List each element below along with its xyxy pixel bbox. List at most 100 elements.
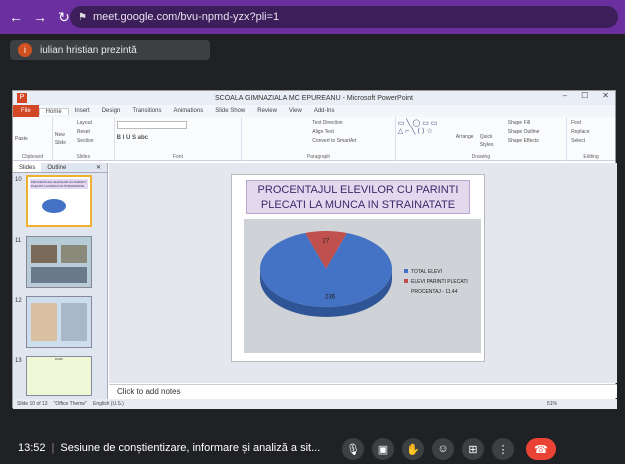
slide-thumbnail-11[interactable] <box>26 236 92 288</box>
address-bar[interactable]: ⚑ meet.google.com/bvu-npmd-yzx?pli=1 <box>70 6 618 28</box>
text-direction-button[interactable]: Text Direction <box>312 119 342 127</box>
tab-file[interactable]: File <box>13 105 39 117</box>
raise-hand-icon[interactable]: ✋ <box>402 438 424 460</box>
emoji-icon[interactable]: ☺ <box>432 438 454 460</box>
shape-outline-button[interactable]: Shape Outline <box>508 128 540 136</box>
shapes-gallery[interactable]: ▭ ╲ ◯ ▭ ▭ △ ⌐ ╲ ⟨ ⟩ ☆ <box>398 119 438 135</box>
convert-smartart-button[interactable]: Convert to SmartArt <box>312 137 356 145</box>
meet-separator: | <box>51 442 55 454</box>
shape-fill-button[interactable]: Shape Fill <box>508 119 530 127</box>
window-title: SCOALA GIMNAZIALA MC EPUREANU - Microsof… <box>215 94 413 102</box>
tab-transitions[interactable]: Transitions <box>126 108 167 114</box>
arrange-button[interactable]: Arrange <box>456 133 474 141</box>
thumbnail-photo <box>61 303 87 341</box>
tab-animations[interactable]: Animations <box>168 108 210 114</box>
slide-counter: Slide 10 of 13 <box>17 401 48 407</box>
microphone-icon[interactable]: 🎙 <box>342 438 364 460</box>
section-button[interactable]: Section <box>77 137 94 145</box>
editing-group: Find Replace Select Editing <box>567 117 615 161</box>
status-bar: Slide 10 of 13 "Office Theme" English (U… <box>13 399 617 409</box>
thumbnail-photo <box>31 267 87 283</box>
pie-chart: 27 236 TOTAL ELEVI ELEVI PARINTI PLECATI PRO… <box>260 231 468 317</box>
tab-home[interactable]: Home <box>38 107 69 115</box>
shape-effects-button[interactable]: Shape Effects <box>508 137 539 145</box>
paste-button[interactable]: Paste <box>15 135 50 143</box>
notes-pane[interactable]: Click to add notes <box>109 384 617 398</box>
thumbnail-number: 11 <box>15 238 22 244</box>
slide-thumbnail-13[interactable]: PARK <box>26 356 92 396</box>
presenter-banner: i iulian hristian prezintă <box>10 40 210 60</box>
find-button[interactable]: Find <box>571 119 581 127</box>
close-icon[interactable]: ✕ <box>602 91 609 100</box>
site-info-icon[interactable]: ⚑ <box>78 12 87 23</box>
tab-design[interactable]: Design <box>96 108 127 114</box>
tab-view[interactable]: View <box>283 108 308 114</box>
meet-time: 13:52 <box>18 442 46 454</box>
slide-thumbnail-10[interactable]: PROCENTAJUL ELEVILOR CU PARINTI PLECATI … <box>26 175 92 227</box>
thumbnail-number: 13 <box>15 358 22 364</box>
ribbon: Paste Clipboard New Slide Layout Reset S… <box>13 117 615 161</box>
chart-area[interactable]: 27 236 TOTAL ELEVI ELEVI PARINTI PLECATI PRO… <box>244 219 481 353</box>
ribbon-tabs: File Home Insert Design Transitions Anim… <box>13 105 615 117</box>
slides-pane: Slides Outline ✕ 10 PROCENTAJUL ELEVILOR… <box>13 163 108 399</box>
zoom-level[interactable]: 51% <box>547 401 557 407</box>
font-group: B I U S abc Font <box>115 117 243 161</box>
tab-insert[interactable]: Insert <box>69 108 96 114</box>
tab-slide-show[interactable]: Slide Show <box>209 108 251 114</box>
drawing-group: ▭ ╲ ◯ ▭ ▭ △ ⌐ ╲ ⟨ ⟩ ☆ Arrange Quick Style… <box>396 117 568 161</box>
replace-button[interactable]: Replace <box>571 128 589 136</box>
present-screen-icon[interactable]: ⊞ <box>462 438 484 460</box>
tab-review[interactable]: Review <box>251 108 283 114</box>
paragraph-label: Paragraph <box>306 154 331 160</box>
presenter-text: iulian hristian prezintă <box>40 44 137 56</box>
reset-button[interactable]: Reset <box>77 128 90 136</box>
editing-label: Editing <box>583 154 599 160</box>
thumbnail-photo <box>31 303 57 341</box>
camera-icon[interactable]: ▣ <box>372 438 394 460</box>
maximize-icon[interactable]: ☐ <box>581 91 588 100</box>
tab-outline[interactable]: Outline <box>41 163 72 172</box>
slide-thumbnail-12[interactable] <box>26 296 92 348</box>
slide-title[interactable]: PROCENTAJUL ELEVILOR CU PARINTI PLECATI … <box>246 180 470 214</box>
data-label: 236 <box>325 295 336 301</box>
slides-label: Slides <box>76 154 91 160</box>
close-pane-icon[interactable]: ✕ <box>90 163 107 172</box>
layout-button[interactable]: Layout <box>77 119 92 127</box>
url-text: meet.google.com/bvu-npmd-yzx?pli=1 <box>92 11 280 23</box>
tab-slides[interactable]: Slides <box>13 163 42 172</box>
more-options-icon[interactable]: ⋮ <box>492 438 514 460</box>
paragraph-group: Text Direction Align Text Convert to Sma… <box>242 117 396 161</box>
font-format-icons[interactable]: B I U S abc <box>117 135 240 141</box>
font-name-box[interactable] <box>116 121 187 129</box>
thumbnail-photo <box>61 245 87 263</box>
tab-add-ins[interactable]: Add-Ins <box>308 108 341 114</box>
current-slide[interactable]: PROCENTAJUL ELEVILOR CU PARINTI PLECATI … <box>231 174 485 362</box>
back-arrow-icon[interactable]: ← <box>8 9 24 25</box>
thumbnail-photo <box>31 245 57 263</box>
legend-entry: ELEVI PARINTI PLECATI <box>411 279 468 285</box>
forward-arrow-icon[interactable]: → <box>32 9 48 25</box>
thumbnail-number: 12 <box>15 298 22 304</box>
slides-group: New Slide Layout Reset Section Slides <box>53 117 115 161</box>
thumbnail-caption: PARK <box>55 357 63 361</box>
select-button[interactable]: Select <box>571 137 585 145</box>
thumbnail-pie <box>42 199 66 213</box>
clipboard-group: Paste Clipboard <box>13 117 53 161</box>
meeting-title: Sesiune de conștientizare, informare și … <box>60 442 321 454</box>
powerpoint-window: P SCOALA GIMNAZIALA MC EPUREANU - Micros… <box>12 90 617 409</box>
drawing-label: Drawing <box>471 154 491 160</box>
chart-annotation: PROCENTAJ - 11.44 <box>411 289 458 295</box>
new-slide-button[interactable]: New Slide <box>55 131 75 147</box>
thumbnail-caption: PROCENTAJUL ELEVILOR CU PARINTI PLECATI … <box>30 179 88 189</box>
quick-styles-button[interactable]: Quick Styles <box>480 133 500 149</box>
clipboard-label: Clipboard <box>21 154 44 160</box>
minimize-icon[interactable]: – <box>563 91 567 100</box>
legend-entry: TOTAL ELEVI <box>411 269 442 275</box>
powerpoint-titlebar: P SCOALA GIMNAZIALA MC EPUREANU - Micros… <box>13 91 615 105</box>
legend-swatch <box>404 269 408 273</box>
language[interactable]: English (U.S.) <box>93 401 124 407</box>
presenter-avatar: i <box>18 43 32 57</box>
pane-tabs: Slides Outline ✕ <box>13 163 107 173</box>
end-call-icon[interactable]: ☎ <box>526 438 556 460</box>
align-text-button[interactable]: Align Text <box>312 128 334 136</box>
